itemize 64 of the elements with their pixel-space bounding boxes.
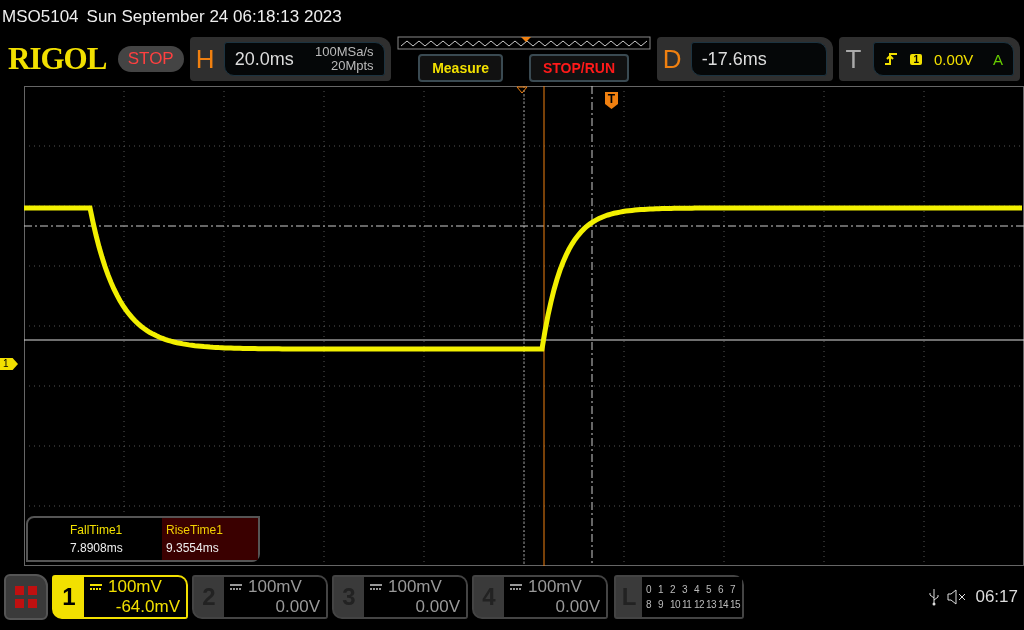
trigger-source: 1	[910, 53, 923, 65]
measurement-label: FallTime1	[70, 523, 124, 537]
channel-scale: 100mV	[528, 577, 582, 597]
date-time: Sun September 24 06:18:13 2023	[86, 7, 342, 27]
logic-channel-label: 5	[706, 584, 713, 595]
speaker-muted-icon	[947, 589, 968, 605]
channel-scale: 100mV	[108, 577, 162, 597]
horizontal-panel[interactable]: H 20.0ms 100MSa/s 20Mpts	[189, 37, 391, 81]
dc-coupling-icon	[230, 584, 242, 590]
sample-rate: 100MSa/s	[315, 45, 374, 59]
logic-channel-label: 9	[658, 599, 665, 610]
logic-channel-label: 12	[694, 599, 706, 610]
logic-channel-label: 7	[730, 584, 737, 595]
dc-coupling-icon	[370, 584, 382, 590]
trigger-mode: A	[993, 50, 1003, 68]
delay-panel[interactable]: D -17.6ms	[656, 37, 834, 81]
brand-logo: RIGOL	[8, 41, 108, 77]
rising-edge-icon	[884, 52, 899, 66]
clock: 06:17	[975, 587, 1018, 607]
channel-offset: 0.00V	[414, 597, 460, 617]
measurement-value: 9.3554ms	[166, 541, 220, 555]
channel-offset: -64.0mV	[114, 597, 180, 617]
measurement-item[interactable]: RiseTime1 9.3554ms	[162, 518, 258, 560]
channel-offset: 0.00V	[274, 597, 320, 617]
logic-channel-label: 11	[682, 599, 693, 610]
logic-channel-label: 3	[682, 584, 689, 595]
logic-channel-label: 4	[694, 584, 701, 595]
grid-icon	[15, 586, 37, 608]
logic-channel-label: 6	[718, 584, 725, 595]
trigger-marker: T	[605, 92, 618, 109]
menu-button[interactable]	[4, 574, 48, 620]
logic-channel-label: 10	[670, 599, 682, 610]
channel-marker: 1	[0, 358, 18, 370]
dc-coupling-icon	[90, 584, 102, 590]
usb-icon	[929, 588, 940, 606]
logic-channel-label: 0	[646, 584, 653, 595]
measure-button[interactable]: Measure	[418, 54, 503, 82]
logic-channel-label: 1	[658, 584, 665, 595]
measurement-label: RiseTime1	[166, 523, 224, 537]
logic-channel-label: 2	[670, 584, 677, 595]
run-state-indicator: STOP	[117, 46, 184, 72]
horizontal-key: H	[195, 43, 218, 75]
timebase-value: 20.0ms	[234, 48, 294, 70]
model-name: MSO5104	[2, 7, 79, 27]
measurement-item[interactable]: FallTime1 7.8908ms	[66, 518, 162, 560]
logic-channel-label: 8	[646, 599, 653, 610]
trigger-panel[interactable]: T 1 0.00V A	[839, 37, 1020, 81]
logic-channel-label: 13	[706, 599, 718, 610]
logic-channel-label: 14	[718, 599, 730, 610]
channel-scale: 100mV	[248, 577, 302, 597]
trigger-key: T	[845, 43, 868, 75]
dc-coupling-icon	[510, 584, 522, 590]
channel-scale: 100mV	[388, 577, 442, 597]
stop-run-button[interactable]: STOP/RUN	[529, 54, 630, 82]
measurement-value: 7.8908ms	[70, 541, 124, 555]
channel-offset: 0.00V	[554, 597, 600, 617]
memory-depth: 20Mpts	[330, 59, 374, 73]
channel-panel[interactable]: 1 100mV -64.0mV	[52, 575, 188, 619]
delay-position-icon	[516, 86, 528, 94]
trigger-level: 0.00V	[934, 50, 974, 68]
logic-channel-label: 15	[730, 599, 742, 610]
channel-number: 1	[61, 582, 77, 612]
delay-value: -17.6ms	[701, 48, 767, 70]
delay-key: D	[662, 43, 685, 75]
